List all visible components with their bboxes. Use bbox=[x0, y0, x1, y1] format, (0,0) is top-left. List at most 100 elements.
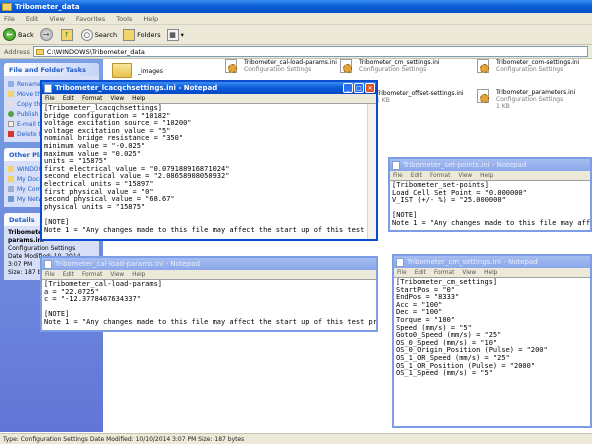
notepad-lcacqch-window: Tribometer_lcacqchsettings.ini - Notepad… bbox=[40, 80, 378, 241]
file-type: Configuration Settings bbox=[244, 66, 312, 73]
forward-arrow-icon: → bbox=[39, 28, 53, 41]
menu-view[interactable]: View bbox=[110, 272, 124, 278]
maximize-button[interactable]: □ bbox=[354, 83, 364, 93]
file-item-offset-settings[interactable]: Tribometer_offset-settings.ini 1 KB bbox=[376, 90, 464, 104]
notepad-text-area[interactable]: [Tribometer_cm_settings] StartPos = "0" … bbox=[394, 277, 590, 426]
menu-help[interactable]: Help bbox=[132, 272, 145, 278]
menu-file[interactable]: File bbox=[393, 173, 403, 179]
menu-file[interactable]: File bbox=[45, 96, 55, 102]
folder-icon bbox=[8, 166, 14, 172]
folders-label: Folders bbox=[137, 30, 161, 39]
close-button[interactable]: ✕ bbox=[365, 83, 375, 93]
notepad-title: Tribometer_cal-load-params.ini - Notepad bbox=[55, 260, 201, 268]
notepad-menu-bar: File Edit Format View Help bbox=[42, 270, 376, 279]
menu-format[interactable]: Format bbox=[82, 96, 102, 102]
config-settings-icon bbox=[477, 59, 491, 74]
menu-edit[interactable]: Edit bbox=[63, 272, 74, 278]
notepad-text-area[interactable]: [Tribometer_lcacqchsettings] bridge conf… bbox=[42, 103, 376, 239]
computer-icon bbox=[8, 186, 14, 192]
address-bar: Address C:\WINDOWS\Tribometer_data bbox=[0, 45, 592, 59]
file-name: Tribometer_cm_settings.ini bbox=[359, 59, 440, 66]
menu-edit[interactable]: Edit bbox=[415, 270, 426, 276]
explorer-title-bar[interactable]: Tribometer_data bbox=[0, 0, 592, 13]
minimize-button[interactable]: _ bbox=[343, 83, 353, 93]
notepad-content: [Tribometer_lcacqchsettings] bridge conf… bbox=[44, 104, 376, 234]
notepad-title: Tribometer_set-points.ini - Notepad bbox=[403, 161, 527, 169]
menu-help[interactable]: Help bbox=[484, 270, 497, 276]
menu-view[interactable]: View bbox=[462, 270, 476, 276]
notepad-title-bar[interactable]: Tribometer_cal-load-params.ini - Notepad bbox=[42, 258, 376, 270]
back-button[interactable]: ← Back bbox=[3, 28, 34, 41]
envelope-icon bbox=[8, 121, 14, 127]
menu-edit[interactable]: Edit bbox=[63, 96, 74, 102]
folder-icon bbox=[35, 48, 44, 55]
notepad-text-area[interactable]: [Tribometer_cal-load-params] a = "22.072… bbox=[42, 279, 376, 330]
forward-button[interactable]: → bbox=[39, 28, 55, 41]
delete-x-icon bbox=[8, 131, 14, 137]
back-label: Back bbox=[18, 30, 34, 39]
menu-format[interactable]: Format bbox=[434, 270, 454, 276]
menu-view[interactable]: View bbox=[110, 96, 124, 102]
config-settings-icon bbox=[340, 59, 354, 74]
config-settings-icon bbox=[477, 89, 491, 104]
back-arrow-icon: ← bbox=[3, 28, 16, 41]
file-item-parameters[interactable]: Tribometer_parameters.ini Configuration S… bbox=[477, 89, 575, 110]
menu-view[interactable]: View bbox=[458, 173, 472, 179]
globe-icon bbox=[8, 111, 14, 117]
file-item-cal-load-params[interactable]: Tribometer_cal-load-params.ini Configurat… bbox=[225, 59, 337, 74]
notepad-title: Tribometer_cm_settings.ini - Notepad bbox=[407, 258, 538, 266]
file-size: 1 KB bbox=[376, 97, 390, 104]
explorer-toolbar: ← Back → ↑ ○ Search Folders ▦ ▾ bbox=[0, 25, 592, 45]
notepad-content: [Tribometer_cal-load-params] a = "22.072… bbox=[44, 280, 376, 326]
folders-icon bbox=[123, 28, 136, 41]
rename-icon bbox=[8, 81, 14, 87]
notepad-title-bar[interactable]: Tribometer_lcacqchsettings.ini - Notepad… bbox=[42, 82, 376, 94]
documents-icon bbox=[8, 176, 14, 182]
file-item-images[interactable]: _images bbox=[138, 68, 163, 75]
menu-help[interactable]: Help bbox=[132, 96, 145, 102]
address-input[interactable]: C:\WINDOWS\Tribometer_data bbox=[32, 46, 588, 57]
notepad-text-area[interactable]: [Tribometer_set-points] Load Cell Set Po… bbox=[390, 180, 590, 230]
menu-format[interactable]: Format bbox=[82, 272, 102, 278]
menu-format[interactable]: Format bbox=[430, 173, 450, 179]
notepad-cm-settings-window: Tribometer_cm_settings.ini - Notepad Fil… bbox=[392, 254, 592, 428]
up-folder-button[interactable]: ↑ bbox=[60, 28, 75, 41]
notepad-content: [Tribometer_set-points] Load Cell Set Po… bbox=[392, 181, 590, 227]
menu-favorites[interactable]: Favorites bbox=[76, 15, 105, 23]
move-icon bbox=[8, 91, 14, 97]
file-name: Tribometer_parameters.ini bbox=[496, 89, 576, 96]
file-folder-tasks-header[interactable]: File and Folder Tasks bbox=[4, 63, 99, 76]
folder-icon[interactable] bbox=[112, 63, 132, 78]
menu-file[interactable]: File bbox=[45, 272, 55, 278]
status-bar: Type: Configuration Settings Date Modifi… bbox=[0, 433, 592, 444]
notepad-icon bbox=[44, 83, 52, 93]
file-item-cm-settings[interactable]: Tribometer_cm_settings.ini Configuration … bbox=[340, 59, 440, 74]
config-settings-icon bbox=[225, 59, 239, 74]
address-label: Address bbox=[4, 47, 30, 56]
notepad-title-bar[interactable]: Tribometer_set-points.ini - Notepad bbox=[390, 159, 590, 171]
file-name: _images bbox=[138, 68, 163, 75]
network-icon bbox=[8, 196, 14, 202]
menu-tools[interactable]: Tools bbox=[116, 15, 132, 23]
notepad-icon bbox=[392, 160, 400, 170]
folder-icon bbox=[2, 2, 12, 11]
menu-edit[interactable]: Edit bbox=[411, 173, 422, 179]
notepad-set-points-window: Tribometer_set-points.ini - Notepad File… bbox=[388, 157, 592, 232]
file-type: Configuration Settings bbox=[359, 66, 427, 73]
file-size: 1 KB bbox=[496, 103, 510, 110]
views-button[interactable]: ▦ ▾ bbox=[166, 28, 184, 41]
menu-file[interactable]: File bbox=[4, 15, 15, 23]
search-button[interactable]: ○ Search bbox=[80, 28, 117, 41]
menu-view[interactable]: View bbox=[49, 15, 64, 23]
menu-file[interactable]: File bbox=[397, 270, 407, 276]
vertical-scrollbar[interactable] bbox=[367, 104, 376, 239]
views-grid-icon: ▦ bbox=[166, 28, 179, 41]
menu-help[interactable]: Help bbox=[143, 15, 158, 23]
file-name: Tribometer_com-settings.ini bbox=[496, 59, 580, 66]
file-name: Tribometer_cal-load-params.ini bbox=[244, 59, 337, 66]
menu-help[interactable]: Help bbox=[480, 173, 493, 179]
folders-button[interactable]: Folders bbox=[123, 28, 161, 41]
menu-edit[interactable]: Edit bbox=[26, 15, 39, 23]
notepad-title-bar[interactable]: Tribometer_cm_settings.ini - Notepad bbox=[394, 256, 590, 268]
file-item-com-settings[interactable]: Tribometer_com-settings.ini Configuration… bbox=[477, 59, 579, 74]
